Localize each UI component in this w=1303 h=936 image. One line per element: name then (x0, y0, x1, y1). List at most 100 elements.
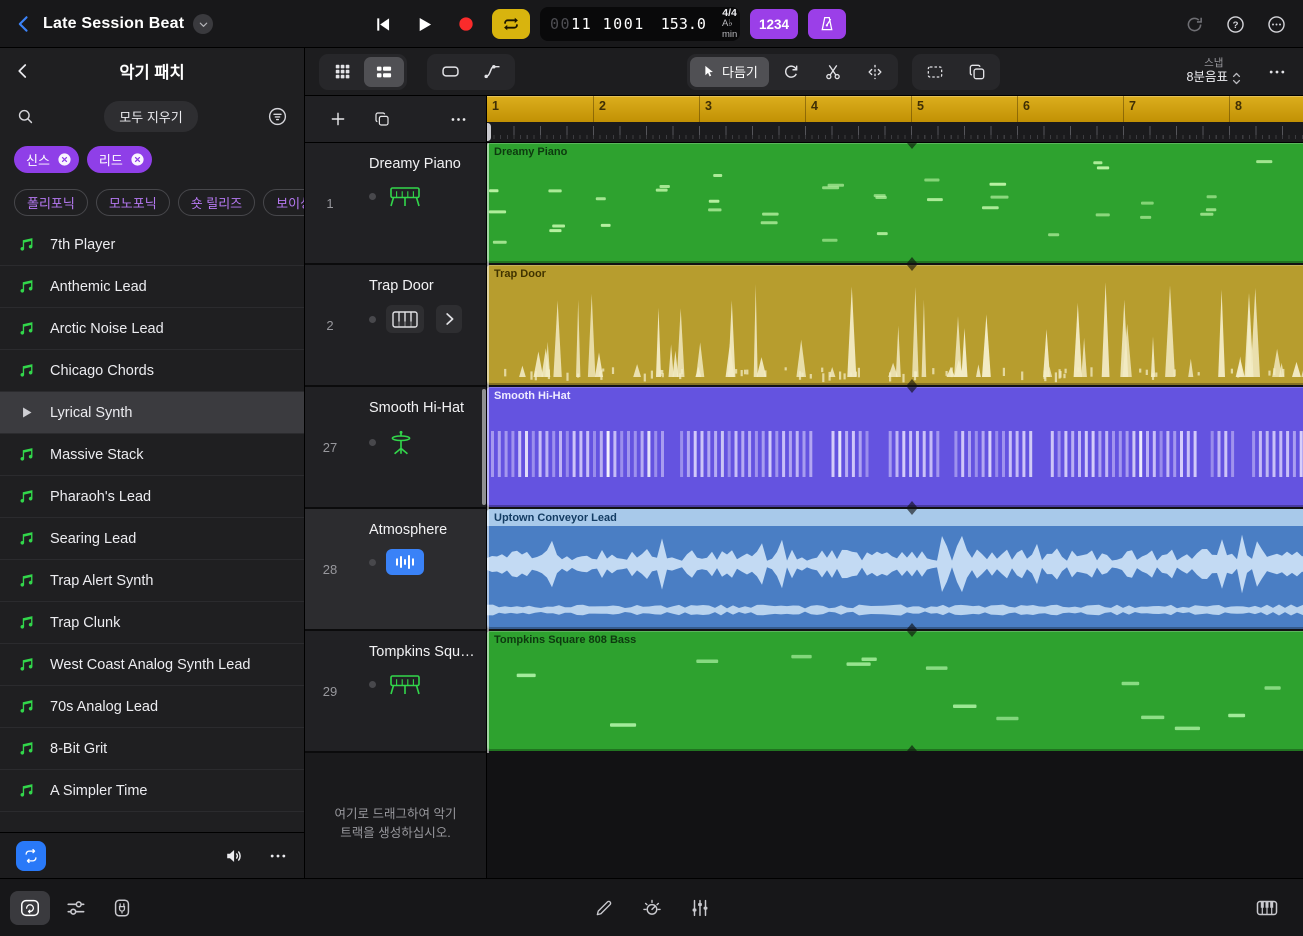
region-smooth-hi-hat[interactable]: Smooth Hi-Hat (487, 387, 1303, 507)
grid-view-button[interactable] (322, 57, 362, 87)
track-header-smooth-hi-hat[interactable]: 27 Smooth Hi-Hat (305, 387, 486, 509)
cycle-button[interactable] (492, 9, 530, 39)
loop-marker (907, 745, 917, 751)
project-menu-button[interactable] (193, 14, 214, 34)
track-name: Trap Door (369, 278, 434, 294)
trim-tool-button[interactable]: 다듬기 (690, 56, 769, 87)
patch-name: Anthemic Lead (50, 278, 147, 295)
patch-item-pharaoh-s-lead[interactable]: Pharaoh's Lead (0, 476, 304, 518)
tempo-display[interactable]: 153.0 (661, 15, 706, 33)
keyboard-button[interactable] (1247, 891, 1287, 925)
bottom-bar-right (1247, 879, 1287, 936)
track-more-button[interactable] (449, 110, 468, 129)
pencil-tool-button[interactable] (584, 891, 624, 925)
category-pill-0[interactable]: 폴리포닉 (14, 188, 88, 216)
timeline-ruler[interactable]: 1 2345678 (487, 96, 1303, 143)
play-button[interactable] (408, 14, 440, 35)
signature-display[interactable]: 4/4 A♭ min (722, 7, 737, 41)
record-button[interactable] (450, 14, 482, 34)
track-headers: 1 Dreamy Piano 2 Trap Door 27 Smooth Hi-… (305, 143, 486, 753)
filter-icon[interactable] (267, 106, 288, 127)
expand-track-button[interactable] (436, 305, 462, 333)
patch-item-70s-analog-lead[interactable]: 70s Analog Lead (0, 686, 304, 728)
list-view-button[interactable] (364, 56, 404, 87)
keyboard-icon[interactable] (386, 305, 424, 333)
patch-item-arctic-noise-lead[interactable]: Arctic Noise Lead (0, 308, 304, 350)
track-header-column: 1 Dreamy Piano 2 Trap Door 27 Smooth Hi-… (305, 96, 487, 878)
split-tool-button[interactable] (813, 57, 853, 87)
redo-button[interactable] (1184, 14, 1205, 35)
copy-tool-button[interactable] (957, 57, 997, 87)
mixer-button[interactable] (56, 891, 96, 925)
add-track-button[interactable] (329, 110, 347, 128)
filter-tag-1[interactable]: 리드 (86, 145, 152, 173)
region-tompkins-square-808-bass[interactable]: Tompkins Square 808 Bass (487, 631, 1303, 751)
remove-filter-icon[interactable] (56, 151, 73, 168)
patch-item-8-bit-grit[interactable]: 8-Bit Grit (0, 728, 304, 770)
more-button[interactable] (1266, 14, 1287, 35)
region-dreamy-piano[interactable]: Dreamy Piano (487, 143, 1303, 263)
automation-button[interactable] (472, 57, 512, 87)
skip-to-start-button[interactable] (366, 14, 398, 35)
loop-marker (907, 387, 917, 393)
metronome-button[interactable] (808, 9, 847, 39)
snap-control[interactable]: 스냅 8분음표 (1187, 57, 1241, 86)
count-in-button[interactable]: 1234 (750, 9, 799, 39)
filter-tag-0[interactable]: 신스 (14, 145, 79, 173)
loop-tool-button[interactable] (771, 57, 811, 87)
patch-item-a-simpler-time[interactable]: A Simpler Time (0, 770, 304, 812)
volume-icon[interactable] (224, 845, 246, 867)
region-display-button[interactable] (430, 57, 470, 87)
playhead[interactable] (487, 143, 489, 753)
editor-more-button[interactable] (1267, 62, 1287, 82)
search-icon[interactable] (16, 107, 35, 126)
track-header-atmosphere[interactable]: 28 Atmosphere (305, 509, 486, 631)
tuner-button[interactable] (632, 891, 672, 925)
patch-item-lyrical-synth[interactable]: Lyrical Synth (0, 392, 304, 434)
track-controls-button[interactable] (680, 891, 720, 925)
playhead-handle[interactable] (487, 123, 491, 141)
patch-item-chicago-chords[interactable]: Chicago Chords (0, 350, 304, 392)
replace-patch-button[interactable] (16, 840, 46, 871)
top-bar-right: ? (1184, 0, 1287, 48)
patch-item-trap-alert-synth[interactable]: Trap Alert Synth (0, 560, 304, 602)
track-header-dreamy-piano[interactable]: 1 Dreamy Piano (305, 143, 486, 265)
patch-item-7th-player[interactable]: 7th Player (0, 224, 304, 266)
track-lanes: 1 2345678 Dreamy Piano Trap Door Smooth Hi-… (487, 96, 1303, 878)
record-icon (459, 17, 473, 31)
patch-item-massive-stack[interactable]: Massive Stack (0, 434, 304, 476)
back-button[interactable] (14, 14, 34, 34)
browser-toggle-button[interactable] (10, 891, 50, 925)
help-button[interactable]: ? (1225, 14, 1246, 35)
plugins-button[interactable] (102, 891, 142, 925)
track-header-trap-door[interactable]: 2 Trap Door (305, 265, 486, 387)
music-note-icon (16, 487, 36, 506)
divide-tool-button[interactable] (855, 57, 895, 87)
category-pill-2[interactable]: 숏 릴리즈 (177, 188, 256, 216)
panel-back-button[interactable] (14, 62, 32, 80)
marquee-tool-button[interactable] (915, 57, 955, 87)
track-header-tompkins-squ[interactable]: 29 Tompkins Squ… (305, 631, 486, 753)
lcd-display[interactable]: 0011 1001 153.0 4/4 A♭ min (540, 7, 740, 41)
music-note-icon (16, 655, 36, 674)
patch-item-anthemic-lead[interactable]: Anthemic Lead (0, 266, 304, 308)
region-uptown-conveyor-lead[interactable]: Uptown Conveyor Lead (487, 509, 1303, 629)
patch-item-west-coast-analog-synth-lead[interactable]: West Coast Analog Synth Lead (0, 644, 304, 686)
remove-filter-icon[interactable] (129, 151, 146, 168)
clear-all-button[interactable]: 모두 지우기 (104, 100, 198, 132)
patch-name: 8-Bit Grit (50, 740, 108, 757)
category-pill-3[interactable]: 보이싱 (263, 188, 304, 216)
panel-header: 악기 패치 (0, 48, 304, 94)
duplicate-track-button[interactable] (373, 110, 391, 128)
patch-more-icon[interactable] (268, 846, 288, 866)
track-scrollbar[interactable] (482, 389, 486, 505)
patch-item-searing-lead[interactable]: Searing Lead (0, 518, 304, 560)
music-note-icon (16, 697, 36, 716)
category-pill-1[interactable]: 모노포닉 (95, 188, 170, 216)
music-note-icon (16, 445, 36, 464)
audio-waveform-icon[interactable] (386, 549, 424, 575)
region-trap-door[interactable]: Trap Door (487, 265, 1303, 385)
track-lane-27: Smooth Hi-Hat (487, 387, 1303, 509)
patch-item-trap-clunk[interactable]: Trap Clunk (0, 602, 304, 644)
cycle-range[interactable]: 1 2345678 (487, 96, 1303, 122)
